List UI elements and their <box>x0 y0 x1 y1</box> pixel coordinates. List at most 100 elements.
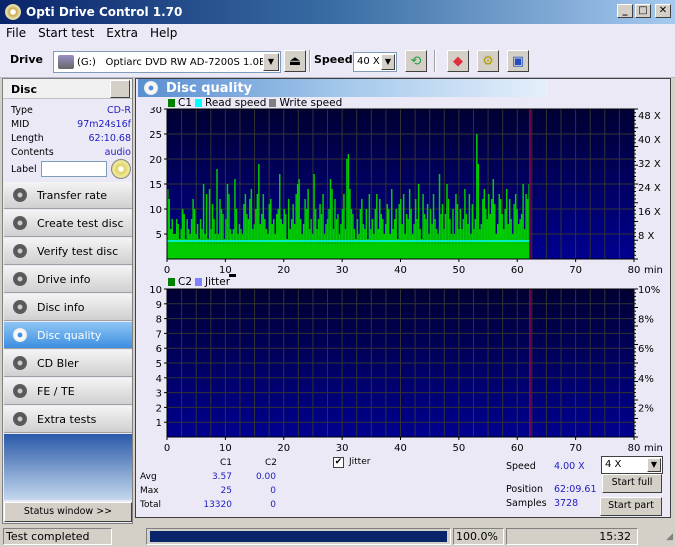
disc-mid-value: 97m24s16f <box>77 119 131 130</box>
disc-mid-row: MID 97m24s16f <box>11 119 131 130</box>
menu-help[interactable]: Help <box>144 26 183 40</box>
main-panel: Disc quality C1 Read speed Write speed 5… <box>135 78 671 518</box>
start-part-button[interactable]: Start part <box>600 497 662 516</box>
sidebar-item-label: Disc quality <box>37 328 102 342</box>
eject-icon: ⏏ <box>288 53 302 69</box>
disc-length-row: Length 62:10.68 <box>11 133 131 144</box>
sidebar-background <box>4 434 132 500</box>
stats-avg-label: Avg <box>140 472 157 482</box>
disc-type-label: Type <box>11 105 33 116</box>
speed-select[interactable]: 40 X ▼ <box>353 52 397 72</box>
speed-label: Speed <box>314 53 353 66</box>
drive-select[interactable]: (G:) Optiarc DVD RW AD-7200S 1.0B ▼ <box>53 51 281 73</box>
settings-icon: ⚙ <box>482 53 494 69</box>
sidebar-item-label: FE / TE <box>37 384 75 398</box>
disc-contents-row: Contents audio <box>11 147 131 158</box>
menu-bar: File Start test Extra Help <box>0 24 675 42</box>
chevron-down-icon[interactable]: ▼ <box>381 54 395 70</box>
chevron-down-icon[interactable]: ▼ <box>263 53 279 71</box>
stats-c1-avg: 3.57 <box>211 472 232 482</box>
sidebar-item-label: Create test disc <box>37 216 124 230</box>
progress-fill <box>150 531 447 542</box>
test-speed-select[interactable]: 4 X ▼ <box>601 456 663 474</box>
jitter-checkbox-label: Jitter <box>349 457 371 467</box>
resize-grip-icon[interactable]: ◢ <box>666 532 673 542</box>
minimize-button[interactable]: _ <box>617 4 633 18</box>
disc-label-row: Label <box>11 161 107 177</box>
drive-label: Drive <box>10 53 43 66</box>
disc-icon <box>13 300 27 314</box>
disc-icon <box>13 272 27 286</box>
cd-icon[interactable] <box>111 159 131 179</box>
stats-col-c2: C2 <box>265 458 278 468</box>
sidebar-item-label: Transfer rate <box>37 188 108 202</box>
maximize-button[interactable]: □ <box>635 4 651 18</box>
status-window-button[interactable]: Status window >> <box>4 502 132 522</box>
sidebar-item-disc-info[interactable]: Disc info <box>4 294 132 321</box>
start-full-button[interactable]: Start full <box>602 474 662 493</box>
disc-icon <box>13 328 27 342</box>
stats-table: C1 C2 Avg Max Total 3.57 0.00 25 0 13320… <box>136 79 672 519</box>
chevron-down-icon[interactable]: ▼ <box>647 458 661 472</box>
menu-file[interactable]: File <box>0 26 32 40</box>
sidebar-item-verify-test-disc[interactable]: Verify test disc <box>4 238 132 265</box>
position-value: 62:09.61 <box>554 484 597 495</box>
disc-length-value: 62:10.68 <box>88 133 132 144</box>
eject-button[interactable]: ⏏ <box>284 50 306 72</box>
jitter-checkbox[interactable]: ✔ <box>333 457 344 468</box>
toolbar-separator <box>309 50 311 72</box>
status-spacer <box>114 528 116 545</box>
toolbar: Drive (G:) Optiarc DVD RW AD-7200S 1.0B … <box>0 42 675 78</box>
disc-icon <box>13 384 27 398</box>
title-bar: Opti Drive Control 1.70 _ □ ✕ <box>0 0 675 24</box>
speed-readout-label: Speed <box>506 461 536 472</box>
sidebar-item-label: Verify test disc <box>37 244 119 258</box>
sidebar-item-transfer-rate[interactable]: Transfer rate <box>4 182 132 209</box>
disc-icon <box>13 412 27 426</box>
app-icon <box>5 4 21 20</box>
disc-label-label: Label <box>11 163 37 175</box>
menu-extra[interactable]: Extra <box>100 26 144 40</box>
disc-icon <box>13 244 27 258</box>
refresh-button[interactable]: ⟲ <box>405 50 427 72</box>
refresh-icon: ⟲ <box>410 53 422 69</box>
settings-button[interactable]: ⚙ <box>477 50 499 72</box>
stats-c1-max: 25 <box>220 486 232 496</box>
sidebar-item-label: Drive info <box>37 272 91 286</box>
disc-length-label: Length <box>11 133 44 144</box>
disc-header: Disc <box>3 79 132 99</box>
stats-c2-avg: 0.00 <box>255 472 276 482</box>
stats-total-label: Total <box>140 500 162 510</box>
stats-c1-total: 13320 <box>203 500 232 510</box>
sidebar-item-disc-quality[interactable]: Disc quality <box>4 322 132 349</box>
test-speed-value: 4 X <box>605 459 622 470</box>
disc-contents-value: audio <box>104 147 131 158</box>
sidebar-item-create-test-disc[interactable]: Create test disc <box>4 210 132 237</box>
sidebar-item-drive-info[interactable]: Drive info <box>4 266 132 293</box>
sidebar-item-extra-tests[interactable]: Extra tests <box>4 406 132 433</box>
disc-type-value: CD-R <box>107 105 131 116</box>
sidebar-item-label: Disc info <box>37 300 85 314</box>
disc-contents-label: Contents <box>11 147 54 158</box>
status-time: 15:32 <box>506 528 638 545</box>
menu-start-test[interactable]: Start test <box>32 26 100 40</box>
save-icon: ▣ <box>511 53 525 69</box>
window-title: Opti Drive Control 1.70 <box>26 5 183 19</box>
disc-type-row: Type CD-R <box>11 105 131 116</box>
toolbar-separator <box>434 50 436 72</box>
save-button[interactable]: ▣ <box>507 50 529 72</box>
samples-label: Samples <box>506 498 547 509</box>
disc-toggle-button[interactable] <box>110 80 130 98</box>
sidebar-item-label: Extra tests <box>37 412 97 426</box>
status-bar: Test completed 100.0% 15:32 ◢ <box>0 526 675 547</box>
sidebar-item-fe-te[interactable]: FE / TE <box>4 378 132 405</box>
progress-text: 100.0% <box>453 528 504 545</box>
erase-icon: ◆ <box>453 53 463 69</box>
drive-icon <box>58 55 74 69</box>
erase-button[interactable]: ◆ <box>447 50 469 72</box>
close-button[interactable]: ✕ <box>655 4 671 18</box>
disc-icon <box>13 356 27 370</box>
disc-label-input[interactable] <box>40 161 107 177</box>
sidebar-item-cd-bler[interactable]: CD Bler <box>4 350 132 377</box>
disc-icon <box>13 216 27 230</box>
